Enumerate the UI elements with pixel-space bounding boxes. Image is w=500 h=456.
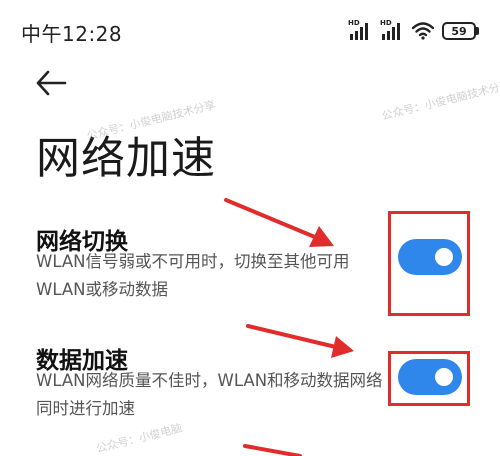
screen: 中午12:28 HD HD 59 网络加速 网络切换 WLAN信号弱或不可用时，… xyxy=(0,0,500,456)
battery-level: 59 xyxy=(451,24,467,38)
cellular-signal-icon: HD xyxy=(348,19,372,41)
arrow-left-icon xyxy=(36,70,67,96)
setting-description: WLAN网络质量不佳时，WLAN和移动数据网络同时进行加速 xyxy=(36,371,383,418)
watermark-text-2: 公众号：小俊电脑技术分享 xyxy=(380,78,500,123)
annotation-arrow-3 xyxy=(243,444,302,456)
hd-badge: HD xyxy=(348,19,360,27)
cellular-signal-icon-2: HD xyxy=(380,19,404,41)
page-title: 网络加速 xyxy=(36,133,216,184)
wifi-icon xyxy=(412,22,434,40)
back-button[interactable] xyxy=(34,66,68,100)
hd-badge-2: HD xyxy=(380,19,392,27)
status-time: 中午12:28 xyxy=(21,22,123,46)
status-bar: 中午12:28 HD HD 59 xyxy=(0,0,500,60)
setting-description: WLAN信号弱或不可用时，切换至其他可用WLAN或移动数据 xyxy=(36,252,350,299)
toggle-knob xyxy=(435,368,453,386)
network-switch-toggle[interactable] xyxy=(398,239,462,275)
battery-icon: 59 xyxy=(442,22,479,40)
toggle-knob xyxy=(435,248,453,266)
status-icons: HD HD 59 xyxy=(348,19,479,42)
data-acceleration-toggle[interactable] xyxy=(398,359,462,395)
